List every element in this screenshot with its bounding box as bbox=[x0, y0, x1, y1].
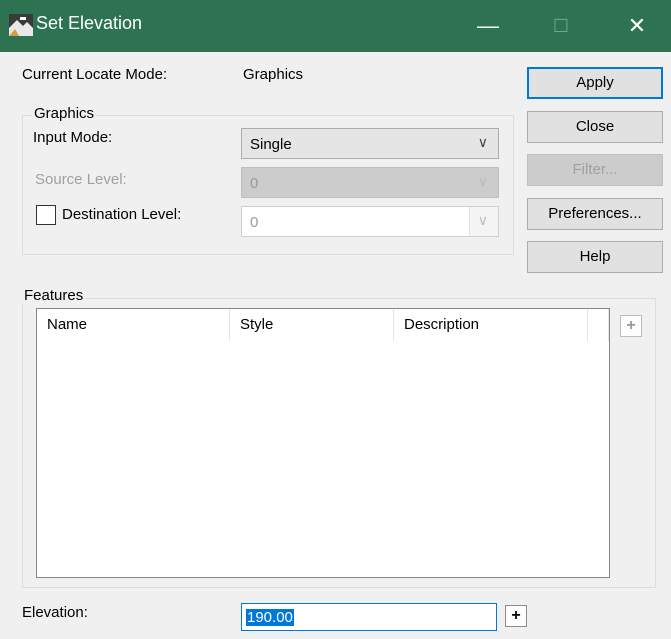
help-button[interactable]: Help bbox=[527, 241, 663, 273]
column-header-style[interactable]: Style bbox=[230, 309, 394, 341]
close-window-button[interactable]: ✕ bbox=[614, 0, 660, 52]
locate-mode-label: Current Locate Mode: bbox=[22, 66, 168, 83]
destination-level-checkbox[interactable] bbox=[36, 205, 56, 225]
apply-button[interactable]: Apply bbox=[527, 67, 663, 99]
features-legend: Features bbox=[22, 287, 86, 304]
maximize-button[interactable]: ☐ bbox=[538, 0, 584, 52]
app-icon bbox=[9, 14, 33, 36]
destination-level-value: 0 bbox=[250, 214, 259, 231]
features-pick-button[interactable]: + bbox=[620, 315, 642, 337]
close-button[interactable]: Close bbox=[527, 111, 663, 143]
preferences-button[interactable]: Preferences... bbox=[527, 198, 663, 230]
column-header-name[interactable]: Name bbox=[37, 309, 230, 341]
chevron-down-icon: ∨ bbox=[477, 134, 488, 150]
elevation-input[interactable]: 190.00 bbox=[241, 603, 497, 631]
chevron-down-icon: ∨ bbox=[477, 212, 488, 228]
chevron-down-icon: ∨ bbox=[477, 173, 488, 189]
source-level-value: 0 bbox=[250, 175, 259, 192]
elevation-pick-button[interactable]: + bbox=[505, 605, 527, 627]
minimize-button[interactable]: — bbox=[465, 0, 511, 52]
title-bar[interactable]: Set Elevation — ☐ ✕ bbox=[0, 0, 671, 52]
input-mode-select[interactable]: Single ∨ bbox=[241, 128, 499, 159]
filter-button[interactable]: Filter... bbox=[527, 154, 663, 186]
elevation-value: 190.00 bbox=[246, 609, 294, 626]
crosshair-icon: + bbox=[511, 607, 521, 624]
graphics-legend: Graphics bbox=[32, 105, 97, 122]
source-level-select[interactable]: 0 ∨ bbox=[241, 167, 499, 198]
column-header-filler bbox=[588, 309, 609, 341]
window-title: Set Elevation bbox=[36, 13, 143, 33]
destination-level-select[interactable]: 0 ∨ bbox=[241, 206, 499, 237]
input-mode-label: Input Mode: bbox=[33, 129, 113, 146]
features-list[interactable]: Name Style Description bbox=[36, 308, 610, 578]
column-header-description[interactable]: Description bbox=[394, 309, 588, 341]
source-level-label: Source Level: bbox=[35, 171, 127, 188]
destination-level-label: Destination Level: bbox=[62, 206, 182, 223]
locate-mode-value: Graphics bbox=[243, 66, 304, 83]
input-mode-value: Single bbox=[250, 136, 292, 153]
elevation-label: Elevation: bbox=[22, 604, 88, 621]
crosshair-icon: + bbox=[626, 317, 636, 334]
